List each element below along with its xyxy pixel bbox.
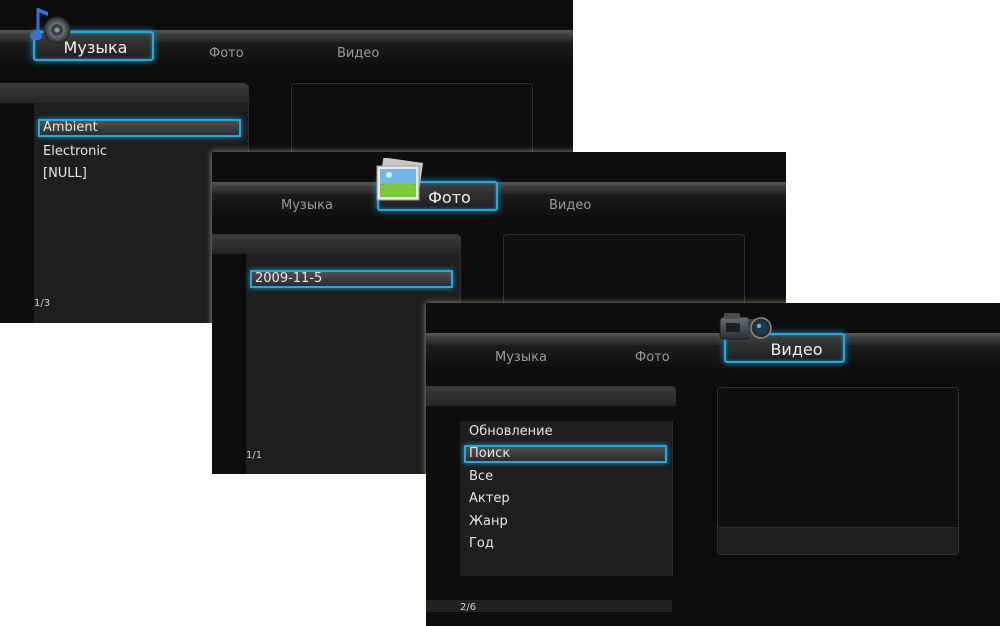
list-item[interactable]: [NULL] bbox=[43, 165, 87, 183]
tab-video-label: Видео bbox=[770, 340, 823, 359]
list-item-label: Electronic bbox=[43, 144, 108, 159]
tab-bar-band bbox=[212, 182, 786, 194]
page-counter: 1/1 bbox=[246, 450, 263, 461]
list-item-label: Все bbox=[469, 469, 494, 484]
preview-panel bbox=[717, 387, 959, 555]
tab-bar-band bbox=[426, 333, 1000, 345]
list-item-label: Актер bbox=[469, 491, 510, 506]
tab-video[interactable]: Видео bbox=[549, 198, 591, 213]
list-item-label: Год bbox=[469, 536, 494, 551]
page-counter: 1/3 bbox=[34, 298, 51, 309]
tab-video[interactable]: Видео bbox=[337, 46, 379, 61]
tab-photo[interactable]: Фото bbox=[635, 350, 670, 365]
list-item[interactable]: Актер bbox=[469, 490, 510, 508]
list-item[interactable]: Electronic bbox=[43, 143, 107, 161]
list-item-label: Ambient bbox=[43, 120, 98, 135]
tab-music-label: Музыка bbox=[495, 350, 547, 365]
preview-footer bbox=[718, 527, 958, 554]
tab-photo-label: Фото bbox=[635, 350, 670, 365]
tab-photo-label: Фото bbox=[428, 188, 471, 207]
photo-landscape-icon bbox=[375, 157, 425, 204]
list-header bbox=[212, 234, 461, 254]
tab-video-label: Видео bbox=[337, 46, 380, 61]
list-item-label: Поиск bbox=[469, 446, 511, 461]
list-item[interactable]: Ambient bbox=[38, 119, 241, 137]
list-item-label: Обновление bbox=[469, 424, 553, 439]
tab-music-label: Музыка bbox=[63, 38, 128, 57]
video-camcorder-icon bbox=[716, 309, 774, 349]
list-item-label: [NULL] bbox=[43, 166, 87, 181]
list-item[interactable]: Год bbox=[469, 535, 494, 553]
list-item[interactable]: Обновление bbox=[469, 423, 553, 441]
list-header bbox=[426, 386, 676, 406]
tab-photo[interactable]: Фото bbox=[209, 46, 244, 61]
tab-music[interactable]: Музыка bbox=[281, 198, 333, 213]
page-counter: 2/6 bbox=[460, 602, 477, 613]
video-screen: Музыка Фото Видео Обновление Поиск Все А… bbox=[426, 303, 1000, 626]
list-item[interactable]: Жанр bbox=[469, 513, 508, 531]
tab-photo-label: Фото bbox=[209, 46, 244, 61]
list-item[interactable]: 2009-11-5 bbox=[250, 270, 453, 288]
list-item[interactable]: Поиск bbox=[464, 445, 667, 463]
tab-music[interactable]: Музыка bbox=[495, 350, 547, 365]
tab-video-label: Видео bbox=[549, 198, 592, 213]
tab-music-label: Музыка bbox=[281, 198, 333, 213]
music-speaker-icon bbox=[30, 4, 72, 48]
list-item-label: Жанр bbox=[469, 514, 508, 529]
list-item[interactable]: Все bbox=[469, 468, 493, 486]
list-item-label: 2009-11-5 bbox=[255, 271, 323, 286]
list-header bbox=[0, 83, 249, 103]
